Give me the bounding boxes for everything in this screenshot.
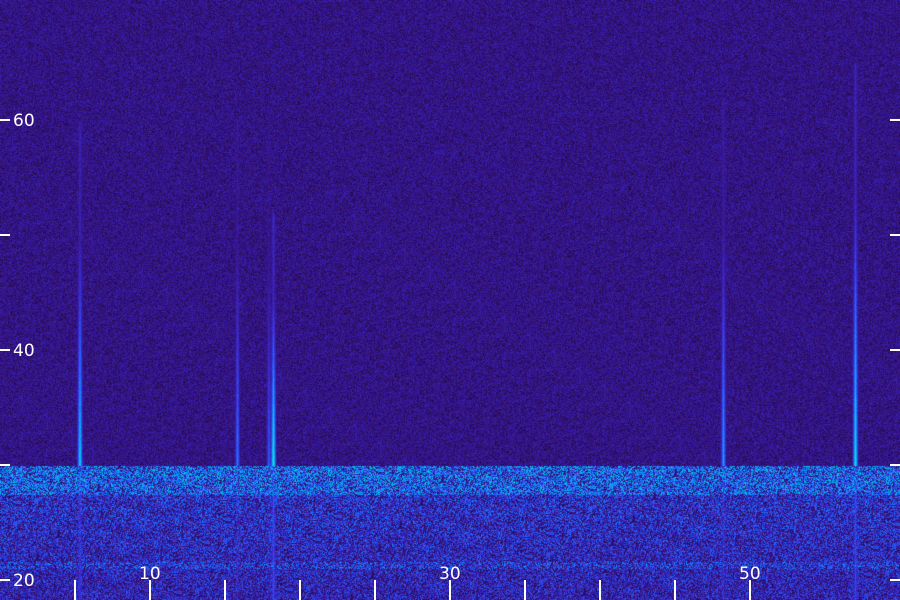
y-axis-ticks: 20 40 60 [0, 111, 900, 591]
axes-overlay: 20 40 60 10 30 50 [0, 111, 900, 600]
x-tick-label: 30 [439, 564, 461, 584]
x-tick-label: 10 [139, 564, 161, 584]
y-tick-label: 20 [13, 571, 35, 591]
x-tick-label: 50 [739, 564, 761, 584]
spectrogram-chart: 20 40 60 10 30 50 [0, 0, 900, 600]
y-tick-label: 60 [13, 111, 35, 131]
x-axis-ticks: 10 30 50 [74, 564, 761, 600]
y-tick-label: 40 [13, 341, 35, 361]
